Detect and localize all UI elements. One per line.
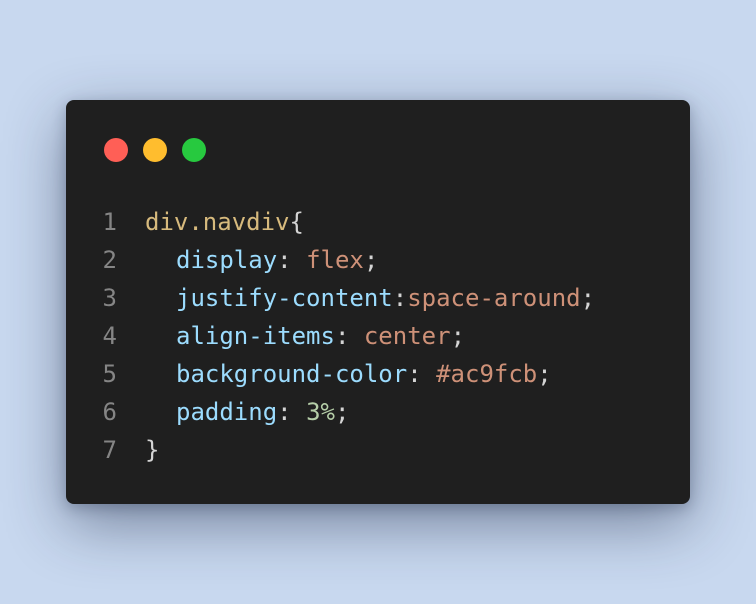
css-property: background-color	[176, 360, 408, 388]
code-line: 2 display: flex;	[66, 241, 690, 279]
colon: :	[334, 322, 364, 350]
code-window: 1 div.navdiv{ 2 display: flex; 3 justify…	[66, 100, 690, 504]
line-number: 7	[102, 436, 117, 464]
line-content: display: flex;	[145, 241, 378, 279]
minimize-button[interactable]	[143, 138, 167, 162]
css-property: display	[176, 246, 278, 274]
line-content: background-color: #ac9fcb;	[145, 355, 552, 393]
line-content: align-items: center;	[145, 317, 465, 355]
semicolon: ;	[334, 398, 350, 426]
code-block: 1 div.navdiv{ 2 display: flex; 3 justify…	[66, 203, 690, 469]
css-value: flex	[306, 246, 364, 274]
colon: :	[277, 246, 307, 274]
window-controls	[104, 138, 206, 162]
css-value: 3%	[306, 398, 335, 426]
css-property: padding	[176, 398, 278, 426]
line-number: 6	[102, 398, 117, 426]
code-line: 5 background-color: #ac9fcb;	[66, 355, 690, 393]
line-content: }	[145, 431, 159, 469]
css-property: justify-content	[176, 284, 393, 312]
semicolon: ;	[580, 284, 596, 312]
semicolon: ;	[363, 246, 379, 274]
line-content: padding: 3%;	[145, 393, 349, 431]
line-number: 5	[102, 360, 117, 388]
close-button[interactable]	[104, 138, 128, 162]
semicolon: ;	[450, 322, 466, 350]
line-content: div.navdiv{	[145, 203, 304, 241]
semicolon: ;	[537, 360, 552, 388]
css-selector: div.navdiv	[145, 208, 290, 236]
maximize-button[interactable]	[182, 138, 206, 162]
css-property: align-items	[176, 322, 335, 350]
open-brace: {	[289, 208, 304, 236]
line-number: 2	[102, 246, 117, 274]
close-brace: }	[145, 436, 160, 464]
colon: :	[392, 284, 408, 312]
css-value: space-around	[407, 284, 581, 312]
code-line: 6 padding: 3%;	[66, 393, 690, 431]
code-line: 7 }	[66, 431, 690, 469]
line-number: 1	[102, 208, 117, 236]
line-number: 3	[102, 284, 117, 312]
css-value: #ac9fcb	[436, 360, 538, 388]
code-line: 3 justify-content:space-around;	[66, 279, 690, 317]
line-content: justify-content:space-around;	[145, 279, 595, 317]
code-line: 4 align-items: center;	[66, 317, 690, 355]
colon: :	[407, 360, 437, 388]
colon: :	[277, 398, 307, 426]
code-line: 1 div.navdiv{	[66, 203, 690, 241]
css-value: center	[363, 322, 451, 350]
line-number: 4	[102, 322, 117, 350]
